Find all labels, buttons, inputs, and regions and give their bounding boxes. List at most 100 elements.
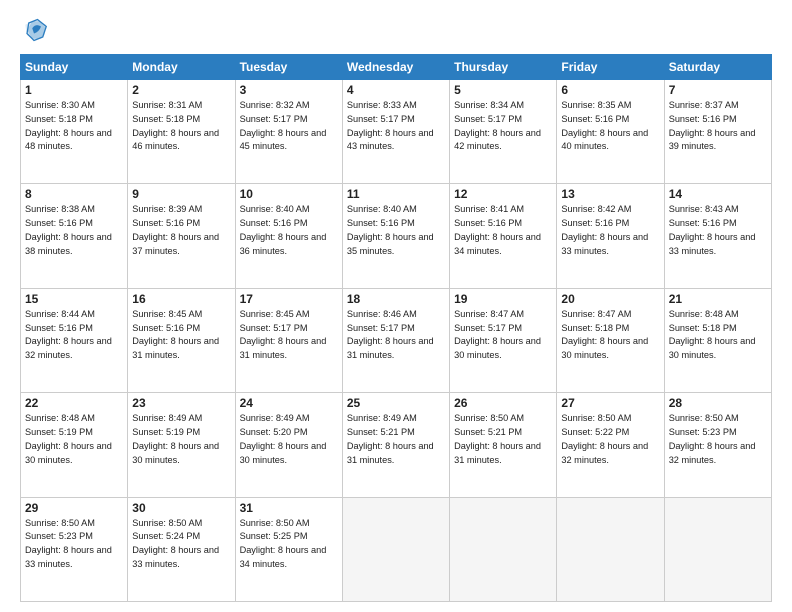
day-header-monday: Monday xyxy=(128,55,235,80)
sunset-label: Sunset: 5:18 PM xyxy=(132,114,200,124)
daylight-label: Daylight: 8 hours and 30 minutes. xyxy=(240,441,327,465)
logo-icon xyxy=(20,16,48,44)
day-info: Sunrise: 8:34 AM Sunset: 5:17 PM Dayligh… xyxy=(454,99,552,154)
day-info: Sunrise: 8:44 AM Sunset: 5:16 PM Dayligh… xyxy=(25,308,123,363)
day-number: 18 xyxy=(347,292,445,306)
day-cell-21: 21 Sunrise: 8:48 AM Sunset: 5:18 PM Dayl… xyxy=(664,288,771,392)
day-cell-31: 31 Sunrise: 8:50 AM Sunset: 5:25 PM Dayl… xyxy=(235,497,342,601)
daylight-label: Daylight: 8 hours and 34 minutes. xyxy=(454,232,541,256)
day-info: Sunrise: 8:50 AM Sunset: 5:23 PM Dayligh… xyxy=(669,412,767,467)
logo xyxy=(20,16,52,44)
daylight-label: Daylight: 8 hours and 34 minutes. xyxy=(240,545,327,569)
daylight-label: Daylight: 8 hours and 35 minutes. xyxy=(347,232,434,256)
sunset-label: Sunset: 5:20 PM xyxy=(240,427,308,437)
sunset-label: Sunset: 5:24 PM xyxy=(132,531,200,541)
sunrise-label: Sunrise: 8:47 AM xyxy=(561,309,631,319)
daylight-label: Daylight: 8 hours and 31 minutes. xyxy=(454,441,541,465)
empty-cell xyxy=(557,497,664,601)
day-number: 23 xyxy=(132,396,230,410)
sunrise-label: Sunrise: 8:31 AM xyxy=(132,100,202,110)
day-info: Sunrise: 8:43 AM Sunset: 5:16 PM Dayligh… xyxy=(669,203,767,258)
page: SundayMondayTuesdayWednesdayThursdayFrid… xyxy=(0,0,792,612)
day-number: 4 xyxy=(347,83,445,97)
day-info: Sunrise: 8:50 AM Sunset: 5:25 PM Dayligh… xyxy=(240,517,338,572)
day-number: 15 xyxy=(25,292,123,306)
daylight-label: Daylight: 8 hours and 33 minutes. xyxy=(561,232,648,256)
day-number: 5 xyxy=(454,83,552,97)
daylight-label: Daylight: 8 hours and 30 minutes. xyxy=(454,336,541,360)
daylight-label: Daylight: 8 hours and 31 minutes. xyxy=(347,336,434,360)
day-cell-6: 6 Sunrise: 8:35 AM Sunset: 5:16 PM Dayli… xyxy=(557,80,664,184)
day-number: 17 xyxy=(240,292,338,306)
day-info: Sunrise: 8:47 AM Sunset: 5:17 PM Dayligh… xyxy=(454,308,552,363)
days-header-row: SundayMondayTuesdayWednesdayThursdayFrid… xyxy=(21,55,772,80)
sunset-label: Sunset: 5:21 PM xyxy=(347,427,415,437)
week-row-4: 22 Sunrise: 8:48 AM Sunset: 5:19 PM Dayl… xyxy=(21,393,772,497)
sunrise-label: Sunrise: 8:50 AM xyxy=(25,518,95,528)
day-number: 3 xyxy=(240,83,338,97)
sunrise-label: Sunrise: 8:32 AM xyxy=(240,100,310,110)
day-number: 1 xyxy=(25,83,123,97)
daylight-label: Daylight: 8 hours and 30 minutes. xyxy=(25,441,112,465)
sunset-label: Sunset: 5:21 PM xyxy=(454,427,522,437)
day-number: 19 xyxy=(454,292,552,306)
day-cell-5: 5 Sunrise: 8:34 AM Sunset: 5:17 PM Dayli… xyxy=(450,80,557,184)
day-cell-22: 22 Sunrise: 8:48 AM Sunset: 5:19 PM Dayl… xyxy=(21,393,128,497)
sunset-label: Sunset: 5:25 PM xyxy=(240,531,308,541)
day-info: Sunrise: 8:40 AM Sunset: 5:16 PM Dayligh… xyxy=(347,203,445,258)
day-number: 27 xyxy=(561,396,659,410)
day-number: 22 xyxy=(25,396,123,410)
day-info: Sunrise: 8:30 AM Sunset: 5:18 PM Dayligh… xyxy=(25,99,123,154)
day-header-thursday: Thursday xyxy=(450,55,557,80)
sunset-label: Sunset: 5:17 PM xyxy=(454,114,522,124)
day-header-saturday: Saturday xyxy=(664,55,771,80)
day-number: 21 xyxy=(669,292,767,306)
day-cell-4: 4 Sunrise: 8:33 AM Sunset: 5:17 PM Dayli… xyxy=(342,80,449,184)
sunset-label: Sunset: 5:16 PM xyxy=(240,218,308,228)
daylight-label: Daylight: 8 hours and 45 minutes. xyxy=(240,128,327,152)
sunset-label: Sunset: 5:22 PM xyxy=(561,427,629,437)
empty-cell xyxy=(664,497,771,601)
sunset-label: Sunset: 5:16 PM xyxy=(25,323,93,333)
daylight-label: Daylight: 8 hours and 38 minutes. xyxy=(25,232,112,256)
day-info: Sunrise: 8:48 AM Sunset: 5:18 PM Dayligh… xyxy=(669,308,767,363)
day-cell-17: 17 Sunrise: 8:45 AM Sunset: 5:17 PM Dayl… xyxy=(235,288,342,392)
day-number: 26 xyxy=(454,396,552,410)
day-cell-8: 8 Sunrise: 8:38 AM Sunset: 5:16 PM Dayli… xyxy=(21,184,128,288)
day-info: Sunrise: 8:50 AM Sunset: 5:24 PM Dayligh… xyxy=(132,517,230,572)
day-cell-30: 30 Sunrise: 8:50 AM Sunset: 5:24 PM Dayl… xyxy=(128,497,235,601)
day-info: Sunrise: 8:39 AM Sunset: 5:16 PM Dayligh… xyxy=(132,203,230,258)
daylight-label: Daylight: 8 hours and 31 minutes. xyxy=(240,336,327,360)
day-info: Sunrise: 8:47 AM Sunset: 5:18 PM Dayligh… xyxy=(561,308,659,363)
day-header-wednesday: Wednesday xyxy=(342,55,449,80)
day-cell-9: 9 Sunrise: 8:39 AM Sunset: 5:16 PM Dayli… xyxy=(128,184,235,288)
day-cell-20: 20 Sunrise: 8:47 AM Sunset: 5:18 PM Dayl… xyxy=(557,288,664,392)
sunrise-label: Sunrise: 8:38 AM xyxy=(25,204,95,214)
sunrise-label: Sunrise: 8:49 AM xyxy=(132,413,202,423)
daylight-label: Daylight: 8 hours and 39 minutes. xyxy=(669,128,756,152)
sunset-label: Sunset: 5:18 PM xyxy=(25,114,93,124)
day-header-tuesday: Tuesday xyxy=(235,55,342,80)
daylight-label: Daylight: 8 hours and 33 minutes. xyxy=(25,545,112,569)
day-info: Sunrise: 8:41 AM Sunset: 5:16 PM Dayligh… xyxy=(454,203,552,258)
day-cell-18: 18 Sunrise: 8:46 AM Sunset: 5:17 PM Dayl… xyxy=(342,288,449,392)
day-number: 28 xyxy=(669,396,767,410)
day-info: Sunrise: 8:35 AM Sunset: 5:16 PM Dayligh… xyxy=(561,99,659,154)
empty-cell xyxy=(450,497,557,601)
day-cell-19: 19 Sunrise: 8:47 AM Sunset: 5:17 PM Dayl… xyxy=(450,288,557,392)
daylight-label: Daylight: 8 hours and 36 minutes. xyxy=(240,232,327,256)
daylight-label: Daylight: 8 hours and 30 minutes. xyxy=(669,336,756,360)
daylight-label: Daylight: 8 hours and 30 minutes. xyxy=(561,336,648,360)
day-cell-1: 1 Sunrise: 8:30 AM Sunset: 5:18 PM Dayli… xyxy=(21,80,128,184)
day-cell-10: 10 Sunrise: 8:40 AM Sunset: 5:16 PM Dayl… xyxy=(235,184,342,288)
day-info: Sunrise: 8:31 AM Sunset: 5:18 PM Dayligh… xyxy=(132,99,230,154)
sunset-label: Sunset: 5:16 PM xyxy=(561,114,629,124)
day-info: Sunrise: 8:50 AM Sunset: 5:21 PM Dayligh… xyxy=(454,412,552,467)
daylight-label: Daylight: 8 hours and 32 minutes. xyxy=(669,441,756,465)
day-info: Sunrise: 8:49 AM Sunset: 5:21 PM Dayligh… xyxy=(347,412,445,467)
day-info: Sunrise: 8:40 AM Sunset: 5:16 PM Dayligh… xyxy=(240,203,338,258)
sunset-label: Sunset: 5:16 PM xyxy=(132,218,200,228)
sunrise-label: Sunrise: 8:50 AM xyxy=(132,518,202,528)
day-cell-29: 29 Sunrise: 8:50 AM Sunset: 5:23 PM Dayl… xyxy=(21,497,128,601)
day-number: 25 xyxy=(347,396,445,410)
